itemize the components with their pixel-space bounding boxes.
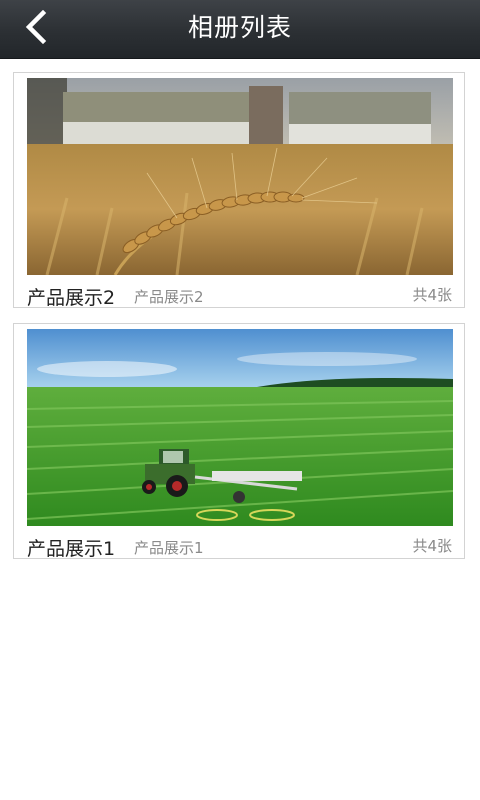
app-header: 相册列表 (0, 0, 480, 59)
page-title: 相册列表 (187, 13, 292, 42)
album-card-1[interactable]: 产品展示2 产品展示2 共4张 (13, 72, 465, 309)
album-card-2[interactable]: 产品展示1 产品展示1 共4张 (13, 323, 465, 560)
album-cover-image-tractor (27, 329, 453, 526)
album-cover-image-wheat (27, 78, 453, 275)
photo-count: 共4张 (412, 537, 452, 555)
album-description: 产品展示1 (134, 539, 204, 557)
album-title: 产品展示1 (27, 538, 116, 560)
photo-count: 共4张 (412, 286, 452, 304)
album-description: 产品展示2 (134, 288, 204, 306)
album-title: 产品展示2 (27, 287, 116, 309)
